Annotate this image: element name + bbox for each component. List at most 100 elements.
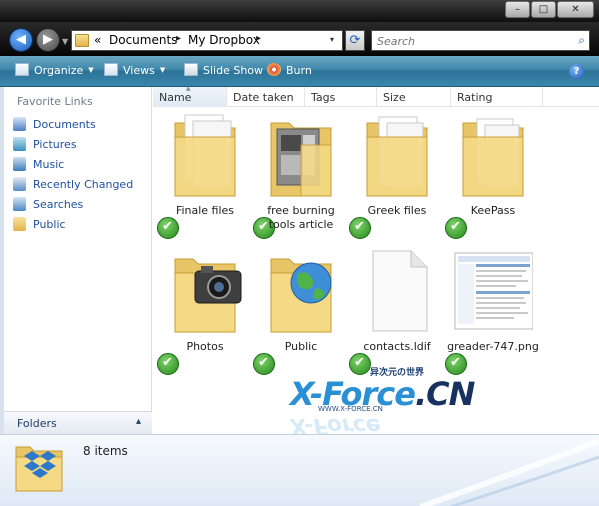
back-button[interactable]: ◀ [9,28,33,52]
details-pane: 8 items [0,434,599,506]
file-item-free-burning-tools-article[interactable]: free burning tools article [253,109,349,241]
watermark-logo-right: .CN [414,375,475,413]
sidebar-item-label: Documents [33,118,96,131]
column-header-size[interactable]: Size [377,87,451,107]
pictures-icon [13,137,26,151]
organize-icon [15,63,29,76]
sidebar-item-pictures[interactable]: Pictures [13,137,77,155]
address-dropdown-icon[interactable]: ▾ [330,35,334,44]
folder-icon [462,118,524,197]
camera-folder-icon [174,258,242,333]
forward-button[interactable]: ▶ [36,28,60,52]
column-header-label: Tags [311,91,336,104]
breadcrumb-separator[interactable]: ▸ [256,33,261,44]
file-item-finale-files[interactable]: Finale files [157,109,253,241]
file-item-greek-files[interactable]: Greek files [349,109,445,241]
burn-button[interactable]: Burn [267,63,312,77]
file-name: free burning tools article [267,204,335,231]
chevron-down-icon: ▼ [159,66,166,74]
help-button[interactable]: ? [569,64,584,79]
refresh-button[interactable]: ⟳ [345,30,365,51]
column-headers: ▲ Name Date taken Tags Size Rating [153,85,599,107]
sidebar-item-recently-changed[interactable]: Recently Changed [13,177,133,195]
file-name: greader-747.png [447,340,539,353]
address-bar[interactable]: « Documents ▸ My Dropbox ▸ ▾ [71,30,343,51]
address-row: ◀ ▶ ▼ « Documents ▸ My Dropbox ▸ ▾ ⟳ ⌕ [0,22,599,56]
column-header-rating[interactable]: Rating [451,87,543,107]
folder-icon [366,116,428,197]
folders-toggle[interactable]: Folders ▴ [4,411,152,434]
blank-file-icon [372,250,428,332]
file-item-public[interactable]: Public [253,245,349,377]
sidebar-item-label: Public [33,218,66,231]
organize-button[interactable]: Organize ▼ [15,63,94,77]
sidebar-item-label: Pictures [33,138,77,151]
views-button[interactable]: Views ▼ [104,63,165,77]
globe-folder-icon [270,258,332,333]
refresh-icon: ⟳ [349,33,361,48]
chevron-down-icon: ▼ [88,66,94,74]
decorative-swoosh [420,438,599,506]
item-count: 8 items [83,444,128,458]
file-name: Greek files [367,204,427,217]
searches-icon [13,197,26,211]
column-header-label: Size [383,91,406,104]
column-header-date-taken[interactable]: Date taken [227,87,305,107]
file-item-contacts-ldif[interactable]: contacts.ldif [349,245,445,377]
column-header-tags[interactable]: Tags [305,87,377,107]
watermark-url: WWW.X-FORCE.CN [318,405,383,413]
search-icon[interactable]: ⌕ [578,33,585,48]
navigation-pane: Favorite Links Documents Pictures Music … [4,87,152,434]
minimize-button[interactable]: – [505,1,530,18]
breadcrumb-documents[interactable]: Documents [109,33,177,47]
file-name: Photos [186,340,224,353]
xforce-watermark: 异次元の世界 X-Force.CN WWW.X-FORCE.CN X-Force [290,365,475,440]
sort-ascending-icon: ▲ [186,85,191,92]
folder-icon [174,114,236,197]
column-header-label: Rating [457,91,493,104]
slideshow-icon [184,63,198,76]
breadcrumb-overflow[interactable]: « [94,33,101,47]
file-item-keepass[interactable]: KeePass [445,109,541,241]
folder-icon [75,34,89,47]
slideshow-button[interactable]: Slide Show [184,63,263,77]
command-toolbar: Organize ▼ Views ▼ Slide Show Burn ? [0,56,599,87]
file-item-greader-747-png[interactable]: greader-747.png [445,245,541,377]
sync-check-icon [253,353,275,375]
close-button[interactable]: ✕ [557,1,594,18]
views-icon [104,63,118,76]
column-header-name[interactable]: ▲ Name [153,85,227,107]
sidebar-item-searches[interactable]: Searches [13,197,83,215]
file-item-photos[interactable]: Photos [157,245,253,377]
maximize-button[interactable]: □ [531,1,556,18]
sidebar-item-music[interactable]: Music [13,157,64,175]
column-header-label: Name [159,91,192,104]
title-bar: – □ ✕ [0,0,599,22]
sidebar-item-public[interactable]: Public [13,217,66,235]
chevron-up-icon: ▴ [136,416,142,427]
views-label: Views [123,64,155,77]
column-header-label: Date taken [233,91,294,104]
sync-check-icon [349,217,371,239]
breadcrumb-separator[interactable]: ▸ [176,33,181,44]
organize-label: Organize [34,64,84,77]
file-name: Public [284,340,318,353]
recent-pages-dropdown[interactable]: ▼ [62,37,68,46]
public-folder-icon [13,217,26,231]
back-arrow-icon: ◀ [16,32,26,47]
file-name: contacts.ldif [363,340,431,353]
folders-label: Folders [17,417,57,430]
breadcrumb-my-dropbox[interactable]: My Dropbox [188,33,260,47]
search-input[interactable] [377,32,567,50]
sync-check-icon [445,217,467,239]
sync-check-icon [157,353,179,375]
file-name: Finale files [175,204,235,217]
sidebar-item-documents[interactable]: Documents [13,117,96,135]
recently-changed-icon [13,177,26,191]
forward-arrow-icon: ▶ [43,32,53,47]
dropbox-folder-icon [15,446,63,492]
sidebar-item-label: Music [33,158,65,171]
sidebar-item-label: Recently Changed [33,178,134,191]
search-box[interactable]: ⌕ [371,30,590,51]
music-icon [13,157,26,171]
